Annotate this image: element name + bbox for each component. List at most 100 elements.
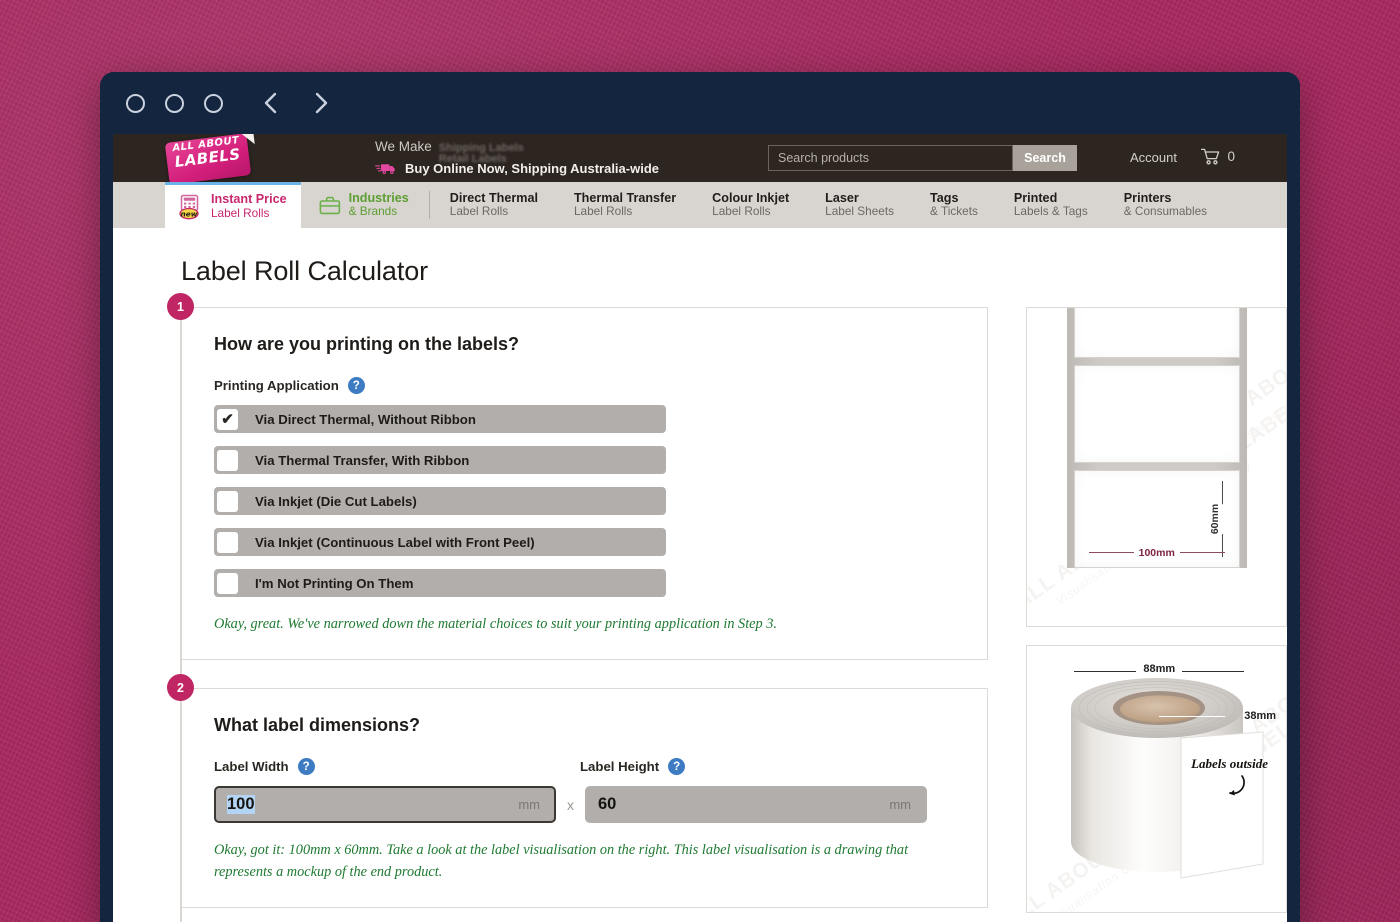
nav-top-label: Colour Inkjet [712,190,790,205]
tagline-rotator-item-2: Retail Labels [438,153,507,165]
tagline-rotator: Shipping Labels Retail Labels [439,143,524,165]
site-search: Search [768,145,1077,171]
label-width-input[interactable]: 100 mm [214,786,556,824]
browser-viewport: ALL ABOUT LABELS We Make Shipping Labels… [113,134,1287,922]
nav-top-label: Tags [930,190,959,205]
search-input[interactable] [768,145,1013,171]
nav-item-printers-labels: Printers & Consumables [1124,191,1207,220]
nav-item-thermal-transfer[interactable]: Thermal Transfer Label Rolls [556,182,694,228]
nav-sub-label: Label Rolls [449,204,509,219]
search-button[interactable]: Search [1013,145,1077,171]
step-1-block: 1 How are you printing on the labels? Pr… [167,293,989,689]
nav-sub-label: Label Rolls [712,204,771,219]
nav-item-industries[interactable]: Industries & Brands [301,182,427,228]
checkbox-not-printing[interactable] [217,572,238,594]
label-height-unit: mm [889,797,911,813]
option-label: Via Inkjet (Die Cut Labels) [255,493,417,509]
option-label: Via Thermal Transfer, With Ribbon [255,452,470,468]
checkbox-direct-thermal[interactable]: ✔ [217,408,238,430]
nav-item-printed-labels: Printed Labels & Tags [1014,191,1088,220]
browser-titlebar [100,72,1300,134]
tagline-row: We Make Shipping Labels Retail Labels [375,139,659,165]
content-grid: 1 How are you printing on the labels? Pr… [113,287,1287,922]
step-1-hint: Okay, great. We've narrowed down the mat… [214,616,777,632]
window-dot-3[interactable] [204,93,223,113]
label-stack-drawing: 60mm 100mm [1066,308,1247,568]
checkbox-thermal-transfer[interactable] [217,449,238,471]
nav-top-label: Printers [1123,190,1172,205]
nav-sub-label: Label Rolls [211,205,270,220]
help-icon-label-height[interactable]: ? [668,758,686,776]
dimensions-row: 100 mm x 60 mm [214,786,963,824]
printing-application-label-row: Printing Application ? [214,377,963,394]
nav-item-instant-price-labels: Instant Price Label Rolls [211,192,287,221]
nav-item-direct-thermal-labels: Direct Thermal Label Rolls [450,191,538,220]
option-inkjet-continuous[interactable]: Via Inkjet (Continuous Label with Front … [214,528,666,556]
window-dot-1[interactable] [126,93,145,113]
label-visualisation-panel: ALL ABOUT LABELS ALL ABOUT LABELS ALL AB… [1026,307,1287,627]
account-link[interactable]: Account [1130,150,1177,165]
step-1-card: How are you printing on the labels? Prin… [181,307,989,661]
nav-divider [428,191,430,219]
roll-visualisation-panel: ALL ABOUT LABELS ALL ABOUT LABELS ALL AB… [1026,645,1287,913]
nav-top-label: Industries [348,190,409,205]
checkbox-inkjet-die-cut[interactable] [217,490,238,512]
option-inkjet-die-cut[interactable]: Via Inkjet (Die Cut Labels) [214,487,666,515]
page-title: Label Roll Calculator [181,256,429,286]
nav-item-direct-thermal[interactable]: Direct Thermal Label Rolls [432,182,556,228]
label-height-input[interactable]: 60 mm [585,786,927,824]
help-icon-label-width[interactable]: ? [297,758,315,776]
nav-top-label: Instant Price [211,192,287,207]
nav-item-industries-labels: Industries & Brands [349,191,409,220]
briefcase-icon [319,196,341,215]
label-width-dimension-text: 100mm [1133,547,1180,559]
nav-sub-label: & Consumables [1123,204,1208,219]
nav-sub-label: Label Rolls [573,204,633,219]
nav-sub-label: & Brands [348,204,398,219]
forward-button[interactable] [307,90,333,116]
option-thermal-transfer[interactable]: Via Thermal Transfer, With Ribbon [214,446,666,474]
roll-drawing: 88mm 38mm Labels outside [1027,646,1286,912]
label-height-value: 60 [598,795,617,814]
window-dot-2[interactable] [165,93,184,113]
roll-width-text-wrap: 88mm [1074,663,1244,675]
wind-direction-text: Labels outside [1191,756,1268,771]
wind-direction-arrow-icon [1229,775,1245,796]
option-direct-thermal[interactable]: ✔ Via Direct Thermal, Without Ribbon [214,405,666,433]
cart-link[interactable]: 0 [1201,148,1235,165]
nav-top-label: Thermal Transfer [573,190,677,205]
back-button[interactable] [259,90,285,116]
site-logo[interactable]: ALL ABOUT LABELS [164,134,255,185]
step-2-card: What label dimensions? Label Width ? Lab… [181,688,989,909]
nav-item-thermal-transfer-labels: Thermal Transfer Label Rolls [574,191,676,220]
nav-sub-label: & Tickets [930,204,978,219]
main-nav: new Instant Price Label Rolls Industries… [113,182,1287,228]
label-height-group: Label Height ? [580,758,922,786]
site-header: ALL ABOUT LABELS We Make Shipping Labels… [113,134,1287,185]
dimensions-separator: x [567,796,574,813]
nav-item-printed[interactable]: Printed Labels & Tags [996,182,1106,228]
shopping-cart-icon [1201,148,1220,165]
step-1-title: How are you printing on the labels? [214,334,520,354]
svg-text:new: new [180,209,197,218]
step-1-badge: 1 [167,293,194,320]
label-width-group: Label Width ? [214,758,556,786]
label-width-value: 100 [227,795,255,815]
label-liner: 60mm 100mm [1066,308,1247,568]
roll-width-dimension: 88mm [1074,663,1244,677]
nav-item-tags[interactable]: Tags & Tickets [912,182,996,228]
option-not-printing[interactable]: I'm Not Printing On Them [214,569,666,597]
nav-item-printers[interactable]: Printers & Consumables [1106,182,1225,228]
nav-top-label: Direct Thermal [449,190,538,205]
nav-item-laser[interactable]: Laser Label Sheets [807,182,912,228]
printing-application-label: Printing Application [214,378,339,393]
dims-spacer [556,758,580,786]
core-dimension-text: 38mm [1244,710,1276,722]
nav-item-instant-price[interactable]: new Instant Price Label Rolls [165,182,301,228]
help-icon-printing-application[interactable]: ? [347,377,365,394]
option-label: I'm Not Printing On Them [255,575,414,591]
checkbox-inkjet-continuous[interactable] [217,531,238,553]
roll-svg [1071,678,1264,879]
nav-item-colour-inkjet[interactable]: Colour Inkjet Label Rolls [694,182,807,228]
calculator-steps-column: 1 How are you printing on the labels? Pr… [167,293,989,922]
